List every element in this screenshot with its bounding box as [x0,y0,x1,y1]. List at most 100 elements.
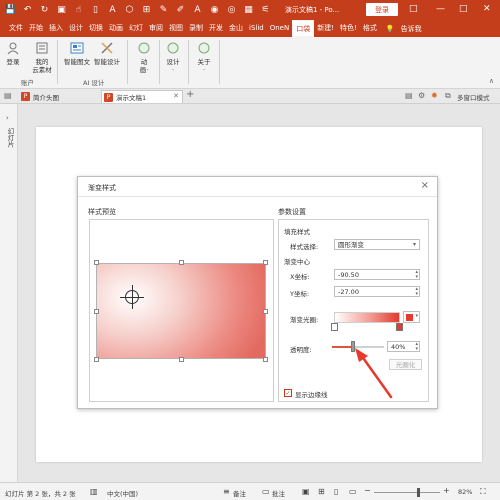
record-icon[interactable]: ◉ [208,4,221,17]
gradient-center-handle[interactable] [125,290,139,304]
multi-window-toggle[interactable]: 多窗口模式 [457,92,490,102]
minimize-button[interactable]: — [436,4,445,14]
resize-handle[interactable] [94,309,99,314]
zoom-in-icon[interactable]: + [443,486,450,495]
ribbon-tab[interactable]: 动画 [106,20,126,37]
close-tab-icon[interactable]: ✕ [173,92,179,100]
stop-color-picker[interactable]: ▾ [403,311,420,323]
doc-tab-intro[interactable]: P 简介头图 [19,90,101,103]
save-icon[interactable]: 💾 [4,4,17,17]
resize-handle[interactable] [179,260,184,265]
notes-button[interactable]: 备注 [233,488,246,498]
transparency-slider[interactable] [332,346,384,348]
touch-mode-icon[interactable]: ☝ [72,4,85,17]
ribbon-tab[interactable]: 金山 [226,20,246,37]
fit-slide-icon[interactable]: ⛶ [480,487,486,497]
login-ribbon-button[interactable]: 登录 [6,41,20,66]
resize-handle[interactable] [94,357,99,362]
animation-button[interactable]: 动 画· [134,41,154,74]
gradient-stop-red[interactable] [396,323,403,331]
settings-icon[interactable]: ⚙ [418,91,425,100]
ribbon-tab[interactable]: OneN [267,20,293,37]
ribbon-tab[interactable]: 幻灯 [126,20,146,37]
spinner-icon[interactable]: ▴ ▾ [415,342,418,352]
slideshow-icon[interactable]: ▭ [349,487,357,496]
show-border-checkbox[interactable]: ✓ [284,389,292,397]
close-button[interactable]: ✕ [483,4,491,14]
ribbon-tab[interactable]: 切换 [86,20,106,37]
my-material-button[interactable]: 我的 云素材 [28,41,56,74]
picture-icon[interactable]: ▦ [242,4,255,17]
maximize-button[interactable]: □ [459,4,468,14]
ribbon-tab[interactable]: 录制 [186,20,206,37]
smart-graphic-button[interactable]: 智能图文 [63,41,91,66]
table-icon[interactable]: ⊞ [140,4,153,17]
transparency-slider-thumb[interactable] [350,341,355,352]
transparency-input[interactable]: 40% ▴ ▾ [387,341,420,352]
login-button[interactable]: 登录 [366,3,398,16]
gear-orange-icon[interactable]: ✹ [431,91,438,100]
zoom-slider[interactable] [374,492,440,493]
redo-icon[interactable]: ↻ [38,4,51,17]
file-icon[interactable]: ▤ [4,91,12,100]
ribbon-tab[interactable]: 开发 [206,20,226,37]
zoom-level[interactable]: 82% [458,488,472,496]
resize-handle[interactable] [263,357,268,362]
ribbon-tab[interactable]: 格式 [360,20,380,37]
about-button[interactable]: 关于 · [194,41,214,74]
smooth-aperture-button[interactable]: 光圈化 [389,359,422,370]
spellcheck-icon[interactable]: ▥ [90,487,98,496]
y-coordinate-input[interactable]: -27.00 ▴ ▾ [334,286,420,297]
zoom-slider-thumb[interactable] [417,488,420,497]
shape-icon[interactable]: ⬡ [123,4,136,17]
expand-pane-icon[interactable]: › [6,114,9,122]
pen-icon[interactable]: ✎ [157,4,170,17]
style-select[interactable]: 圆形渐变 ▾ [334,239,420,250]
ribbon-tab[interactable]: 插入 [46,20,66,37]
customize-qat-icon[interactable]: ⚟ [259,4,272,17]
spinner-icon[interactable]: ▴ ▾ [415,287,418,297]
ribbon-display-icon[interactable]: □ [409,4,418,14]
new-file-icon[interactable]: ▯ [89,4,102,17]
resize-handle[interactable] [94,260,99,265]
camera-icon[interactable]: ◎ [225,4,238,17]
ribbon-tab[interactable]: 开始 [26,20,46,37]
ribbon-tab[interactable]: 视图 [166,20,186,37]
undo-icon[interactable]: ↶ [21,4,34,17]
spinner-icon[interactable]: ▴ ▾ [415,270,418,280]
font-color-icon[interactable]: A [106,4,119,17]
reading-view-icon[interactable]: ▯ [334,487,338,496]
add-tab-icon[interactable]: + [186,89,194,100]
design-button[interactable]: 设计 · [163,41,183,74]
ribbon-tab[interactable]: 设计 [66,20,86,37]
close-icon[interactable]: × [421,180,429,191]
ribbon-tab[interactable]: 特色! [337,20,360,37]
tell-me-search[interactable]: 告诉我 [401,24,422,34]
start-from-beginning-icon[interactable]: ▣ [55,4,68,17]
language-status[interactable]: 中文(中国) [107,488,138,498]
gradient-aperture-band[interactable] [334,312,400,323]
ribbon-tab[interactable]: 口袋 [292,20,315,37]
ribbon-tab[interactable]: iSlid [246,20,267,37]
slide-sorter-icon[interactable]: ⊞ [318,487,325,496]
doc-tab-presentation1[interactable]: P 演示文稿1 ✕ [101,90,183,103]
zoom-out-icon[interactable]: − [364,486,371,495]
resize-handle[interactable] [179,357,184,362]
normal-view-icon[interactable]: ▣ [302,487,310,496]
slides-pane-label[interactable]: 幻灯片 [5,128,15,148]
ribbon-tab[interactable]: 文件 [6,20,26,37]
ribbon-tab[interactable]: 审阅 [146,20,166,37]
eyedropper-icon[interactable]: ✐ [174,4,187,17]
smart-design-button[interactable]: 智能设计 [93,41,121,66]
textbox-icon[interactable]: A [191,4,204,17]
resize-handle[interactable] [263,260,268,265]
collapse-ribbon-icon[interactable]: ∧ [489,77,494,85]
gradient-preview-shape[interactable] [96,263,266,359]
gradient-stop-white[interactable] [331,323,338,331]
lightbulb-icon[interactable]: 💡 [386,25,395,33]
list-tabs-icon[interactable]: ▤ [405,91,413,100]
comments-button[interactable]: 批注 [272,488,285,498]
ribbon-tab[interactable]: 新建! [314,20,337,37]
x-coordinate-input[interactable]: -90.50 ▴ ▾ [334,269,420,280]
resize-handle[interactable] [263,309,268,314]
